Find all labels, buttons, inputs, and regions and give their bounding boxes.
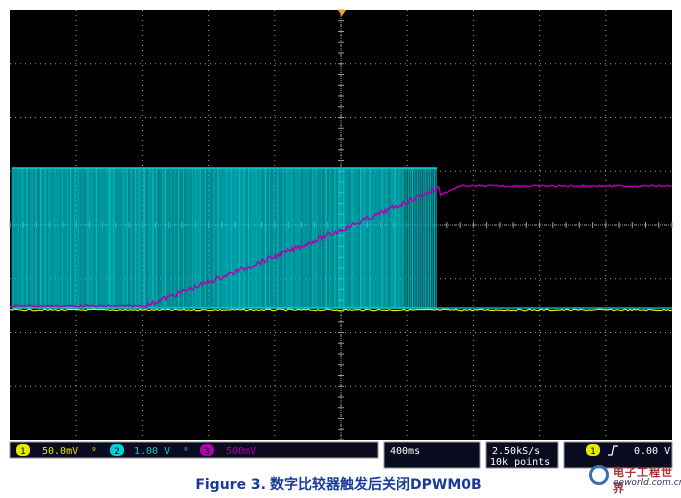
ch3-number: 3 [204, 447, 210, 457]
figure-label: Figure 3. [195, 477, 266, 493]
figure-caption: Figure 3. 数字比较器触发后关闭DPWM0B [0, 474, 681, 494]
ch1-scale: 50.0mV [42, 446, 78, 457]
timebase-readout[interactable]: 400ms [390, 446, 420, 457]
watermark-logo-icon [589, 465, 609, 485]
figure-text: 数字比较器触发后关闭DPWM0B [270, 477, 482, 493]
record-length-readout[interactable]: 10k points [490, 457, 550, 468]
ch1-number: 1 [20, 447, 26, 457]
watermark-en: eeworld.com.cn [613, 478, 681, 488]
sample-rate-readout[interactable]: 2.50kS/s [492, 446, 540, 457]
watermark: 电子工程世界 eeworld.com.cn [587, 462, 681, 496]
ch1-bandwidth-icon: ⁹ [92, 447, 96, 457]
ch2-scale: 1.00 V [134, 446, 170, 457]
ch2-number: 2 [114, 447, 120, 457]
ch3-readout[interactable]: 3 500mV [200, 444, 256, 457]
ch3-scale: 500mV [226, 446, 256, 457]
ch2-bandwidth-icon: ⁹ [184, 447, 188, 457]
trigger-channel-number: 1 [590, 447, 596, 457]
trigger-level: 0.00 V [634, 446, 670, 457]
oscilloscope-screen: 1 50.0mV ⁹ 2 1.00 V ⁹ 3 500mV 400ms 2.50… [0, 0, 681, 470]
